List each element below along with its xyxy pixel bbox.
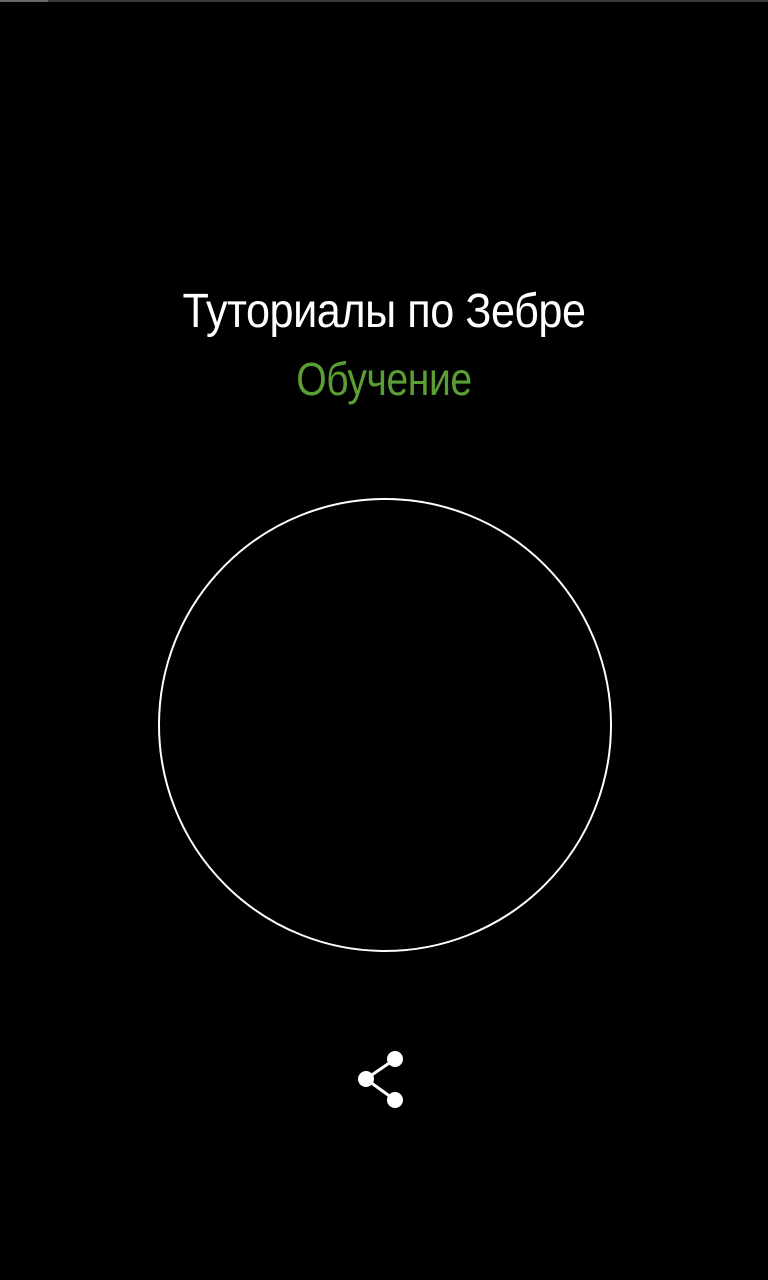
status-strip-corner: [0, 0, 48, 2]
page-title: Туториалы по Зебре: [182, 285, 586, 338]
start-circle-button[interactable]: [158, 498, 612, 952]
page-subtitle: Обучение: [296, 353, 472, 405]
tutorial-screen: Туториалы по Зебре Обучение: [0, 0, 768, 1280]
share-icon: [358, 1051, 403, 1108]
status-strip: [0, 0, 768, 2]
share-button[interactable]: [352, 1048, 408, 1112]
